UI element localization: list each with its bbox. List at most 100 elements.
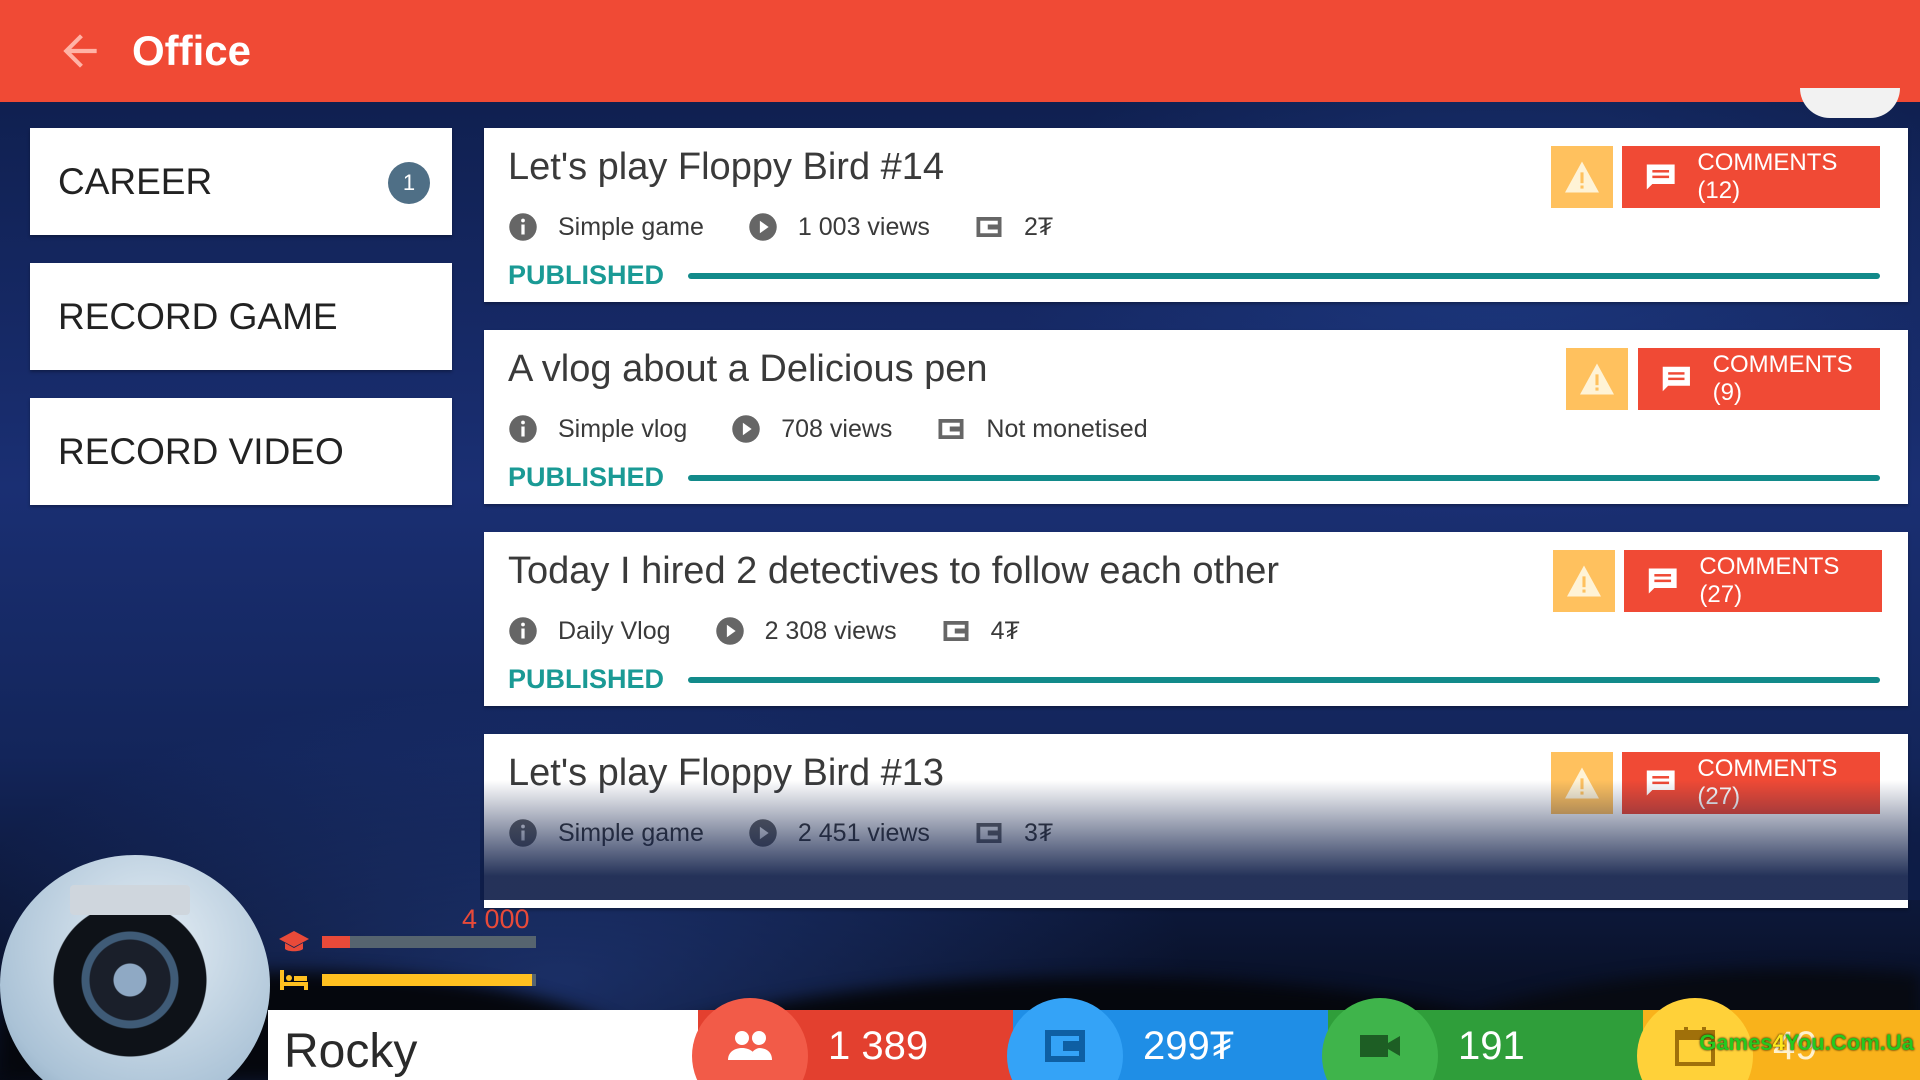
play-circle-icon [732, 415, 760, 443]
video-meta: Simple vlog 708 views Not monetised [508, 414, 1192, 444]
wallet-icon [976, 217, 1002, 237]
player-name-segment: Rocky [268, 1010, 698, 1080]
video-category: Simple game [508, 212, 704, 242]
energy-bar-fill [322, 974, 532, 986]
record-game-button[interactable]: RECORD GAME [30, 263, 452, 370]
comment-icon [1646, 770, 1675, 796]
video-card[interactable]: Let's play Floppy Bird #13 Simple game 2… [484, 734, 1908, 908]
video-title: Today I hired 2 detectives to follow eac… [508, 550, 1280, 592]
comments-button[interactable]: COMMENTS (27) [1624, 550, 1882, 612]
comments-button[interactable]: COMMENTS (27) [1622, 752, 1880, 814]
energy-row [278, 966, 536, 994]
info-icon [509, 617, 537, 645]
video-earnings: Not monetised [936, 414, 1148, 444]
people-icon [728, 1031, 772, 1060]
video-earnings: 4₮ [941, 616, 1020, 646]
career-label: CAREER [58, 160, 213, 202]
watermark-part-2: 4 [1772, 1030, 1785, 1055]
bottom-stats-bar: Rocky 1 389 299₮ 191 49 [268, 998, 1920, 1080]
back-button[interactable] [50, 21, 110, 81]
career-badge: 1 [388, 162, 430, 204]
warning-icon [1567, 565, 1601, 597]
comments-button[interactable]: COMMENTS (12) [1622, 146, 1880, 208]
video-views: 2 308 views [715, 616, 897, 646]
play-circle-icon [749, 819, 777, 847]
video-card[interactable]: Today I hired 2 detectives to follow eac… [484, 532, 1908, 706]
videos-circle [1322, 998, 1438, 1080]
play-circle-icon [715, 617, 744, 645]
watermark-part-4: .Com.Ua [1824, 1030, 1914, 1055]
comments-label: COMMENTS (9) [1712, 351, 1853, 406]
video-card[interactable]: Let's play Floppy Bird #14 Simple game 1… [484, 128, 1908, 302]
comments-label: COMMENTS (27) [1697, 755, 1838, 810]
info-icon [509, 415, 537, 443]
camera-icon [70, 885, 190, 915]
report-button[interactable] [1553, 550, 1615, 612]
video-category: Daily Vlog [508, 616, 671, 646]
wallet-icon [938, 419, 964, 439]
top-bar: Office [0, 0, 1920, 102]
status-label: PUBLISHED [508, 260, 665, 290]
wallet-icon [1045, 1030, 1085, 1062]
money-stat[interactable]: 299₮ [1007, 998, 1328, 1080]
videos-value: 191 [1458, 1024, 1525, 1068]
warning-icon [1565, 161, 1599, 193]
video-earnings: 3₮ [974, 818, 1053, 848]
video-category-label: Daily Vlog [558, 616, 671, 645]
video-earnings-label: 3₮ [1023, 818, 1054, 847]
watermark-part-1: Games [1699, 1030, 1773, 1055]
record-video-label: RECORD VIDEO [58, 430, 344, 472]
energy-bar [322, 974, 536, 986]
side-menu: CAREER 1 RECORD GAME RECORD VIDEO [30, 128, 452, 533]
graduation-cap-icon [279, 931, 309, 952]
videos-stat[interactable]: 191 [1322, 998, 1643, 1080]
report-button[interactable] [1566, 348, 1628, 410]
info-icon [509, 213, 537, 241]
video-card[interactable]: A vlog about a Delicious pen Simple vlog… [484, 330, 1908, 504]
video-earnings-label: 2₮ [1023, 212, 1054, 241]
watermark: Games4You.Com.Ua [1699, 1030, 1914, 1056]
money-circle [1007, 998, 1123, 1080]
page-title: Office [132, 27, 252, 74]
video-category-label: Simple vlog [558, 414, 688, 443]
video-category-label: Simple game [558, 212, 704, 241]
status-progress [688, 677, 1880, 683]
wallet-icon [976, 823, 1002, 843]
video-meta: Simple game 2 451 views 3₮ [508, 818, 1097, 848]
video-views-label: 1 003 views [797, 212, 930, 241]
money-value: 299₮ [1143, 1024, 1235, 1068]
video-views: 1 003 views [748, 212, 930, 242]
career-button[interactable]: CAREER 1 [30, 128, 452, 235]
video-camera-icon [1360, 1035, 1400, 1057]
xp-bar [322, 936, 536, 948]
record-game-label: RECORD GAME [58, 295, 338, 337]
comment-icon [1662, 366, 1690, 392]
video-views-label: 2 451 views [797, 818, 930, 847]
xp-bar-fill [322, 936, 350, 948]
video-title: A vlog about a Delicious pen [508, 348, 988, 390]
video-meta: Daily Vlog 2 308 views 4₮ [508, 616, 1064, 646]
video-earnings-label: 4₮ [990, 616, 1020, 645]
report-button[interactable] [1551, 752, 1613, 814]
fans-value: 1 389 [828, 1024, 929, 1068]
top-right-tab [1800, 88, 1900, 118]
fans-circle [692, 998, 808, 1080]
comments-label: COMMENTS (27) [1699, 553, 1840, 608]
wallet-icon [943, 621, 969, 641]
comments-label: COMMENTS (12) [1697, 149, 1838, 204]
player-name: Rocky [284, 1025, 418, 1078]
video-views: 2 451 views [748, 818, 930, 848]
status-label: PUBLISHED [508, 664, 665, 694]
bed-icon [280, 970, 308, 990]
arrow-left-icon [63, 34, 97, 68]
fans-stat[interactable]: 1 389 [692, 998, 1013, 1080]
watermark-part-3: You [1784, 1030, 1825, 1055]
report-button[interactable] [1551, 146, 1613, 208]
xp-row [278, 928, 536, 956]
status-progress [688, 475, 1880, 481]
video-views-label: 2 308 views [764, 616, 897, 645]
record-video-button[interactable]: RECORD VIDEO [30, 398, 452, 505]
play-circle-icon [749, 213, 777, 241]
comments-button[interactable]: COMMENTS (9) [1638, 348, 1880, 410]
video-category: Simple game [508, 818, 704, 848]
